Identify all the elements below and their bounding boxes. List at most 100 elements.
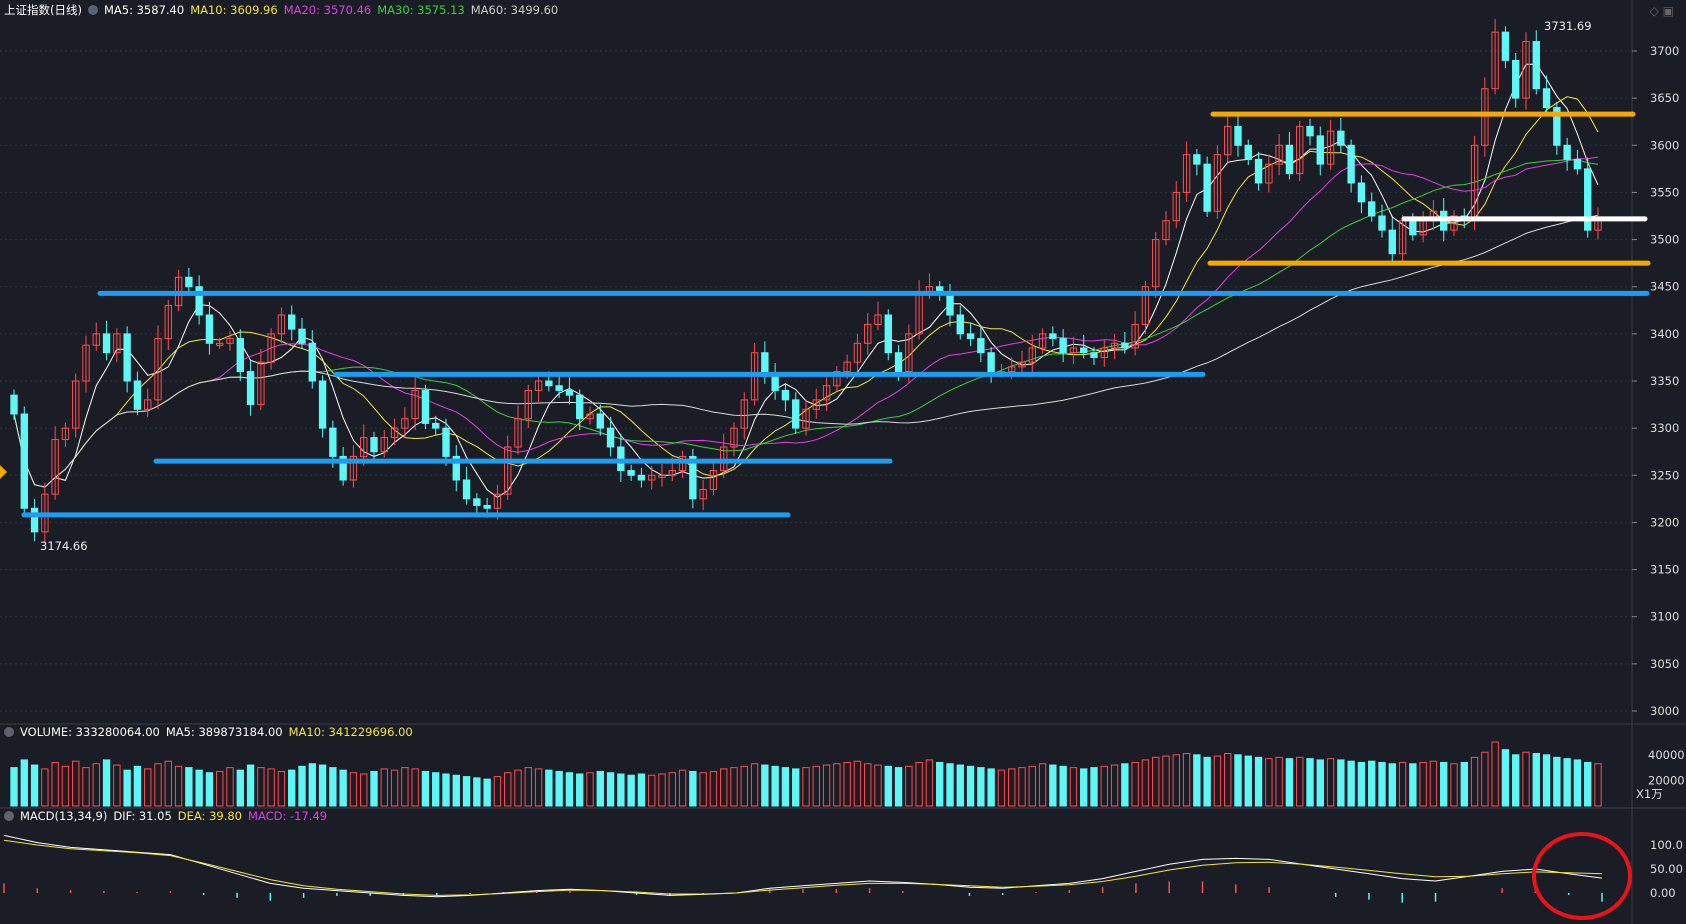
- volume-bar: [1172, 754, 1180, 807]
- chart-stage: 3000 3050 3100 3150 3200 3250 3300 3350 3400 3450…: [0, 0, 1686, 924]
- candle-down: [133, 380, 142, 410]
- candle-down: [432, 422, 440, 429]
- volume-bar: [833, 763, 841, 807]
- candle-down: [627, 470, 635, 476]
- volume-bar: [390, 769, 399, 807]
- candle-down: [329, 427, 337, 457]
- candle-down: [246, 371, 255, 406]
- volume-bar: [1203, 756, 1211, 807]
- volume-bar: [370, 770, 378, 807]
- volume-bar: [432, 772, 440, 807]
- price-tick-label: 3200: [1650, 515, 1679, 529]
- volume-bar: [678, 769, 687, 807]
- volume-bar: [1563, 758, 1571, 807]
- price-tick-label: 3100: [1650, 610, 1679, 624]
- dea-value: DEA: 39.80: [177, 809, 243, 823]
- volume-bar: [1522, 751, 1530, 807]
- candle-down: [462, 479, 471, 500]
- candle-down: [792, 399, 800, 429]
- macd-tick-label: 50.00: [1650, 862, 1683, 876]
- volume-bar: [174, 765, 183, 807]
- price-tick-label: 3500: [1650, 233, 1679, 247]
- panel-icon[interactable]: ▣: [1663, 4, 1674, 18]
- candle-down: [483, 504, 491, 509]
- volume-bar: [236, 769, 244, 807]
- price-tick-label: 3600: [1650, 138, 1679, 152]
- scroll-marker-icon: [0, 465, 7, 479]
- candle-down: [473, 498, 481, 506]
- volume-bar: [534, 768, 543, 807]
- volume-bar: [1080, 768, 1088, 807]
- volume-bar: [1008, 768, 1016, 807]
- candle-down: [1388, 229, 1396, 255]
- ma60-line: [13, 214, 1599, 488]
- volume-bar: [586, 772, 594, 807]
- volume-bar: [648, 774, 656, 807]
- volume-bar: [802, 767, 810, 807]
- collapse-icon[interactable]: [87, 5, 98, 15]
- volume-bar: [1100, 765, 1108, 807]
- volume-bar: [308, 763, 316, 807]
- volume-bar: [133, 765, 142, 807]
- dea-line: [3, 839, 1603, 896]
- volume-bar: [205, 772, 214, 807]
- volume-bar: [1542, 754, 1551, 807]
- volume-bar: [730, 767, 738, 807]
- volume-bar: [576, 773, 584, 807]
- volume-bar: [462, 776, 471, 807]
- volume-bar: [524, 767, 532, 807]
- volume-ma5-value: MA5: 389873184.00: [165, 725, 283, 739]
- volume-bar: [545, 769, 553, 807]
- macd-collapse-icon[interactable]: [4, 811, 14, 821]
- macd-tick-label: 100.0: [1650, 838, 1683, 852]
- ma20-line: [13, 156, 1599, 488]
- volume-bar: [1470, 756, 1479, 807]
- volume-bar: [884, 765, 892, 807]
- volume-bar: [1419, 761, 1427, 807]
- volume-bar: [329, 767, 337, 807]
- volume-bar: [226, 767, 234, 807]
- candlestick-series: [10, 18, 1602, 544]
- price-tick-label: 3550: [1650, 185, 1679, 199]
- volume-bar: [102, 759, 111, 807]
- candle-down: [606, 427, 615, 448]
- volume-bar: [30, 764, 39, 807]
- volume-bar: [339, 769, 347, 807]
- volume-collapse-icon[interactable]: [4, 727, 14, 737]
- volume-bar: [1326, 758, 1335, 807]
- volume-bar: [1090, 767, 1098, 807]
- volume-bar: [720, 768, 728, 807]
- price-tick-label: 3400: [1650, 327, 1679, 341]
- volume-bar: [72, 760, 80, 807]
- candle-down: [565, 389, 574, 396]
- volume-bar: [1265, 758, 1273, 807]
- diamond-icon[interactable]: ◇: [1650, 4, 1659, 18]
- volume-bar: [349, 772, 358, 807]
- price-tick-label: 3350: [1650, 374, 1679, 388]
- volume-bar: [1594, 763, 1602, 807]
- volume-bar: [1316, 759, 1324, 807]
- candle-down: [1563, 144, 1571, 160]
- volume-bar: [874, 764, 882, 807]
- macd-tick-label: 0.00: [1650, 886, 1676, 900]
- candle-down: [987, 352, 995, 373]
- volume-bar: [504, 772, 512, 807]
- candle-down: [1573, 158, 1582, 170]
- volume-bar: [606, 772, 615, 807]
- volume-bar: [195, 769, 203, 807]
- volume-bar: [1059, 765, 1067, 807]
- volume-bar: [1244, 755, 1252, 807]
- candle-down: [555, 385, 563, 391]
- volume-bar: [617, 773, 625, 807]
- volume-bar: [1512, 754, 1520, 807]
- volume-bar: [1193, 754, 1201, 807]
- macd-name: MACD(13,34,9): [20, 809, 108, 823]
- candle-down: [1337, 130, 1345, 146]
- candle-down: [298, 328, 306, 344]
- candle-down: [1347, 144, 1355, 184]
- volume-bar: [1152, 756, 1160, 807]
- volume-bar: [1275, 756, 1283, 807]
- volume-bar: [750, 763, 759, 807]
- volume-bar: [997, 769, 1006, 807]
- volume-bar: [761, 764, 769, 807]
